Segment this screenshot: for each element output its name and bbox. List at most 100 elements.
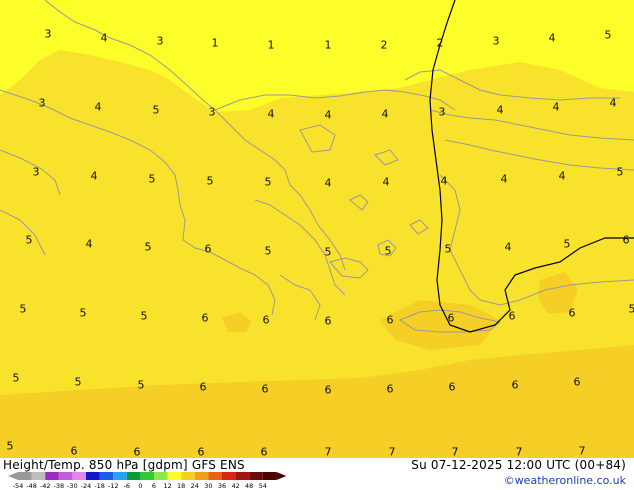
temperature-label: 5	[564, 238, 571, 251]
temperature-label: 5	[265, 245, 272, 258]
temperature-label: 5	[20, 303, 27, 316]
scale-tick-label: -18	[94, 482, 105, 490]
temperature-label: 4	[86, 238, 93, 251]
temperature-label: 1	[212, 37, 219, 50]
temperature-label: 4	[553, 101, 560, 114]
temperature-label: 5	[325, 246, 332, 259]
temperature-label: 7	[516, 446, 523, 459]
temperature-label: 3	[209, 106, 216, 119]
valid-time: Su 07-12-2025 12:00 UTC (00+84)	[411, 458, 626, 472]
temperature-label: 6	[263, 314, 270, 327]
temperature-label: 4	[501, 173, 508, 186]
temperature-label: 5	[26, 234, 33, 247]
color-scale-labels: -54 -48 -42 -38 -30 -24 -18 -12 -6 0 6 12 18 24 30 36 42…	[13, 482, 267, 490]
temperature-label: 5	[138, 379, 145, 392]
temperature-label: 6	[202, 312, 209, 325]
temperature-label: 5	[617, 166, 624, 179]
scale-swatch	[181, 472, 195, 480]
scale-tick-label: 18	[177, 482, 185, 490]
scale-tick-label: -48	[26, 482, 37, 490]
scale-tick-label: 48	[245, 482, 253, 490]
temperature-label: 1	[325, 39, 332, 52]
temperature-label: 2	[437, 37, 444, 50]
temperature-label: 6	[387, 383, 394, 396]
scale-tick-label: -6	[124, 482, 130, 490]
temperature-label: 5	[153, 104, 160, 117]
scale-swatch	[113, 472, 127, 480]
temperature-label: 6	[198, 446, 205, 459]
temperature-label: 6	[574, 376, 581, 389]
scale-tick-label: -38	[53, 482, 64, 490]
scale-swatch	[58, 472, 73, 480]
temperature-label: 5	[145, 241, 152, 254]
scale-tick-label: 24	[191, 482, 199, 490]
temperature-label: 4	[549, 32, 556, 45]
scale-swatch	[72, 472, 86, 480]
scale-swatch	[18, 472, 32, 480]
scale-swatch	[208, 472, 222, 480]
temperature-label: 6	[509, 310, 516, 323]
scale-swatch	[262, 472, 277, 480]
scale-swatch	[140, 472, 154, 480]
temperature-label: 4	[101, 32, 108, 45]
scale-swatch	[99, 472, 114, 480]
temperature-label: 4	[91, 170, 98, 183]
temperature-label: 6	[205, 243, 212, 256]
temperature-label: 5	[141, 310, 148, 323]
temperature-label: 4	[95, 101, 102, 114]
temperature-label: 6	[200, 381, 207, 394]
temperature-label: 7	[579, 445, 586, 458]
temperature-label: 5	[149, 173, 156, 186]
scale-swatch	[194, 472, 209, 480]
temperature-label: 5	[265, 176, 272, 189]
scale-swatch	[45, 472, 59, 480]
scale-tick-label: -24	[81, 482, 92, 490]
temperature-label: 6	[261, 446, 268, 459]
temperature-label: 5	[385, 245, 392, 258]
temperature-label: 4	[383, 176, 390, 189]
temperature-label: 6	[387, 314, 394, 327]
color-scale-boxes	[8, 472, 287, 480]
temperature-label: 5	[7, 440, 14, 453]
temperature-label: 5	[80, 307, 87, 320]
temperature-label: 5	[13, 372, 20, 385]
temperature-label: 4	[610, 97, 617, 110]
scale-swatch	[235, 472, 250, 480]
temperature-label: 3	[157, 35, 164, 48]
temperature-label: 4	[382, 108, 389, 121]
temperature-label: 4	[325, 177, 332, 190]
scale-swatch	[167, 472, 182, 480]
temperature-label: 5	[629, 303, 634, 316]
temperature-label: 7	[452, 446, 459, 459]
scale-tick-label: 42	[231, 482, 239, 490]
temperature-label: 4	[497, 104, 504, 117]
temperature-label: 3	[33, 166, 40, 179]
scale-tick-label: 12	[163, 482, 171, 490]
scale-arrow-right	[276, 472, 287, 480]
temperature-label: 6	[623, 234, 630, 247]
credit-link[interactable]: ©weatheronline.co.uk	[504, 474, 626, 487]
temperature-label: 4	[559, 170, 566, 183]
scale-tick-label: 6	[152, 482, 156, 490]
weather-map: 3 4 3 1 1 1 2 2 3 4 5 3 4 5 3 4 4 4 3 4 4 4 3 4 5 5 5 4 4 4 4 4 5 5 4 5 6 5 5 5…	[0, 0, 634, 458]
temperature-label: 6	[448, 312, 455, 325]
temperature-label: 3	[45, 28, 52, 41]
scale-swatch	[86, 472, 100, 480]
temperature-label: 6	[71, 445, 78, 458]
scale-tick-label: 0	[138, 482, 142, 490]
scale-arrow-left	[8, 472, 18, 480]
temperature-label: 7	[325, 446, 332, 459]
map-canvas: 3 4 3 1 1 1 2 2 3 4 5 3 4 5 3 4 4 4 3 4 4 4 3 4 5 5 5 4 4 4 4 4 5 5 4 5 6 5 5 5…	[0, 0, 634, 458]
scale-swatch	[126, 472, 141, 480]
temperature-label: 4	[441, 175, 448, 188]
temperature-label: 5	[605, 29, 612, 42]
color-scale: -54 -48 -42 -38 -30 -24 -18 -12 -6 0 6 12 18 24 30 36 42…	[8, 472, 287, 490]
temperature-label: 2	[381, 39, 388, 52]
temperature-label: 7	[389, 446, 396, 459]
temperature-label: 6	[325, 315, 332, 328]
scale-tick-label: 30	[204, 482, 212, 490]
temperature-label: 4	[268, 108, 275, 121]
legend-bar: Height/Temp. 850 hPa [gdpm] GFS ENS Su 0…	[0, 458, 634, 490]
temperature-label: 5	[207, 175, 214, 188]
temperature-label: 6	[512, 379, 519, 392]
